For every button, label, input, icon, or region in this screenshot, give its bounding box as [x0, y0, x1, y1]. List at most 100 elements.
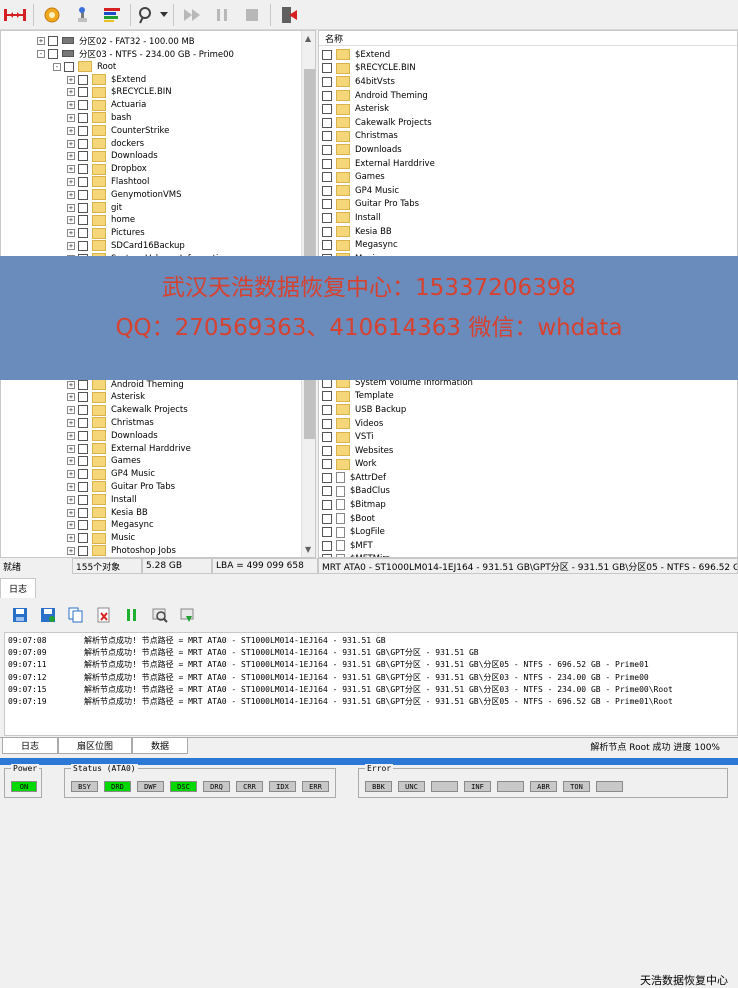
expand-toggle-icon[interactable]: +	[67, 177, 75, 186]
tree-scrollbar-thumb[interactable]	[304, 69, 315, 439]
checkbox[interactable]	[78, 138, 88, 149]
tree-item[interactable]: + Downloads	[67, 429, 158, 442]
tree-item[interactable]: + git	[67, 201, 122, 214]
tree-item[interactable]: + GenymotionVMS	[67, 188, 182, 201]
checkbox[interactable]	[78, 481, 88, 492]
list-item[interactable]: $RECYCLE.BIN	[322, 62, 416, 76]
expand-toggle-icon[interactable]: +	[67, 75, 75, 84]
checkbox[interactable]	[78, 494, 88, 505]
checkbox[interactable]	[78, 74, 88, 85]
exit-icon[interactable]	[274, 2, 304, 28]
checkbox[interactable]	[322, 117, 332, 128]
checkbox[interactable]	[322, 104, 332, 115]
checkbox[interactable]	[322, 432, 332, 443]
checkbox[interactable]	[48, 48, 58, 59]
tree-item[interactable]: + Actuaria	[67, 99, 146, 112]
list-item[interactable]: Android Theming	[322, 89, 428, 103]
expand-toggle-icon[interactable]: +	[67, 418, 75, 427]
tree-item[interactable]: + bash	[67, 111, 131, 124]
checkbox[interactable]	[78, 443, 88, 454]
list-item[interactable]: $MFT	[322, 539, 373, 553]
expand-toggle-icon[interactable]: +	[67, 457, 75, 466]
list-item[interactable]: Kesia BB	[322, 225, 392, 239]
tree-item[interactable]: + External Harddrive	[67, 442, 191, 455]
expand-toggle-icon[interactable]: +	[67, 534, 75, 543]
checkbox[interactable]	[78, 215, 88, 226]
checkbox[interactable]	[78, 507, 88, 518]
checkbox[interactable]	[78, 405, 88, 416]
expand-toggle-icon[interactable]: +	[67, 165, 75, 174]
list-item[interactable]: Template	[322, 390, 394, 404]
checkbox[interactable]	[322, 486, 332, 497]
list-item[interactable]: Cakewalk Projects	[322, 116, 432, 130]
checkbox[interactable]	[322, 527, 332, 538]
checkbox[interactable]	[322, 445, 332, 456]
list-item[interactable]: $Extend	[322, 48, 390, 62]
expand-toggle-icon[interactable]: +	[67, 470, 75, 479]
list-item[interactable]: $Boot	[322, 512, 375, 526]
checkbox[interactable]	[78, 392, 88, 403]
checkbox[interactable]	[322, 131, 332, 142]
expand-toggle-icon[interactable]: +	[67, 190, 75, 199]
copy-icon[interactable]	[62, 603, 90, 627]
expand-toggle-icon[interactable]: +	[67, 101, 75, 110]
tab-log[interactable]: 日志	[0, 578, 37, 598]
checkbox[interactable]	[322, 418, 332, 429]
checkbox[interactable]	[78, 228, 88, 239]
tree-item[interactable]: + Megasync	[67, 519, 154, 532]
tree-item[interactable]: + Dropbox	[67, 163, 147, 176]
expand-toggle-icon[interactable]: +	[67, 546, 75, 555]
checkbox[interactable]	[322, 63, 332, 74]
list-item[interactable]: Install	[322, 211, 381, 225]
delete-icon[interactable]	[90, 603, 118, 627]
checkbox[interactable]	[322, 226, 332, 237]
gear-icon[interactable]	[37, 2, 67, 28]
tree-item[interactable]: + SDCard16Backup	[67, 239, 185, 252]
scroll-down-icon[interactable]: ▼	[305, 545, 311, 554]
tree-item[interactable]: + Cakewalk Projects	[67, 404, 188, 417]
checkbox[interactable]	[78, 417, 88, 428]
expand-toggle-icon[interactable]: +	[67, 444, 75, 453]
tree-item[interactable]: + Asterisk	[67, 391, 145, 404]
expand-toggle-icon[interactable]: +	[67, 495, 75, 504]
checkbox[interactable]	[78, 545, 88, 556]
expand-toggle-icon[interactable]: -	[37, 49, 45, 58]
tree-item[interactable]: - Root	[53, 60, 116, 73]
expand-toggle-icon[interactable]: -	[53, 62, 61, 71]
expand-toggle-icon[interactable]: +	[67, 216, 75, 225]
checkbox[interactable]	[322, 472, 332, 483]
tree-item[interactable]: + Kesia BB	[67, 506, 148, 519]
dropdown-arrow-icon[interactable]	[158, 2, 170, 28]
checkbox[interactable]	[78, 240, 88, 251]
tree-item[interactable]: + 分区02 - FAT32 - 100.00 MB	[37, 34, 195, 47]
list-item[interactable]: External Harddrive	[322, 157, 435, 171]
checkbox[interactable]	[78, 151, 88, 162]
checkbox[interactable]	[78, 202, 88, 213]
checkbox[interactable]	[48, 35, 58, 46]
pause-log-icon[interactable]	[118, 603, 146, 627]
expand-toggle-icon[interactable]: +	[67, 406, 75, 415]
tree-item[interactable]: + Photoshop Jobs	[67, 544, 176, 557]
checkbox[interactable]	[322, 172, 332, 183]
tree-item[interactable]: + Music	[67, 532, 135, 545]
tab-sector-map[interactable]: 扇区位图	[58, 738, 133, 754]
list-item[interactable]: Websites	[322, 444, 393, 458]
expand-toggle-icon[interactable]: +	[67, 152, 75, 161]
tree-item[interactable]: + Christmas	[67, 416, 154, 429]
list-column-header[interactable]: 名称	[319, 31, 737, 46]
tree-item[interactable]: + $Extend	[67, 73, 146, 86]
tree-item[interactable]: + CounterStrike	[67, 124, 169, 137]
list-item[interactable]: $AttrDef	[322, 471, 386, 485]
expand-toggle-icon[interactable]: +	[67, 139, 75, 148]
expand-toggle-icon[interactable]: +	[67, 393, 75, 402]
expand-toggle-icon[interactable]: +	[67, 126, 75, 135]
list-item[interactable]: Downloads	[322, 143, 402, 157]
checkbox[interactable]	[322, 49, 332, 60]
search-icon[interactable]	[134, 2, 158, 28]
expand-toggle-icon[interactable]: +	[67, 241, 75, 250]
checkbox[interactable]	[78, 456, 88, 467]
disk-link-icon[interactable]	[0, 2, 30, 28]
tree-item[interactable]: + home	[67, 214, 135, 227]
expand-toggle-icon[interactable]: +	[67, 113, 75, 122]
checkbox[interactable]	[78, 379, 88, 390]
